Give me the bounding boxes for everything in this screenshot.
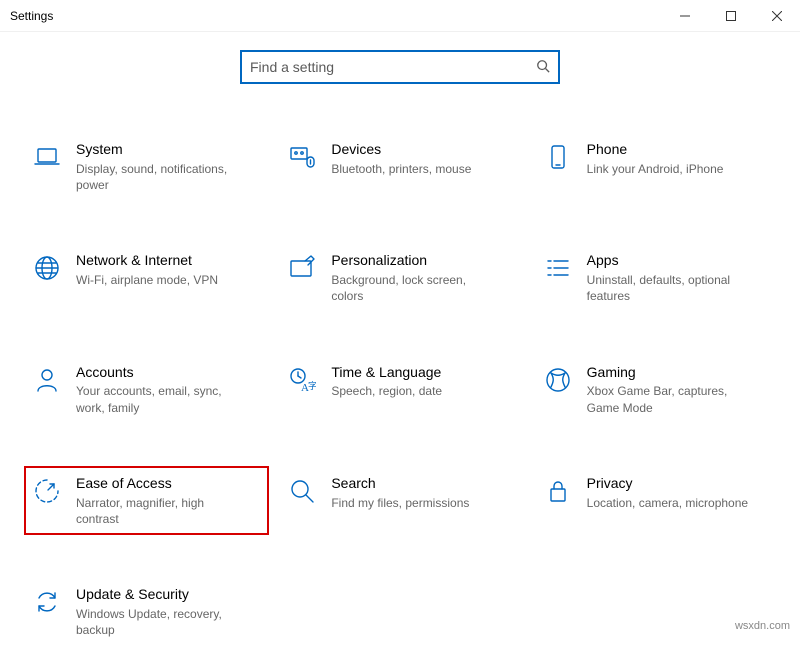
tile-search[interactable]: Search Find my files, permissions	[279, 466, 524, 535]
attribution-text: wsxdn.com	[735, 620, 790, 632]
search-box[interactable]	[240, 50, 560, 84]
tile-apps[interactable]: Apps Uninstall, defaults, optional featu…	[535, 243, 780, 312]
tile-title: Time & Language	[331, 363, 514, 382]
search-icon	[536, 59, 550, 76]
tile-update-security[interactable]: Update & Security Windows Update, recove…	[24, 577, 269, 646]
tile-desc: Display, sound, notifications, power	[76, 161, 246, 193]
tile-title: Apps	[587, 251, 770, 270]
settings-grid: System Display, sound, notifications, po…	[0, 132, 800, 646]
search-input[interactable]	[250, 59, 536, 75]
tile-title: Network & Internet	[76, 251, 259, 270]
tile-title: Ease of Access	[76, 474, 259, 493]
tile-desc: Xbox Game Bar, captures, Game Mode	[587, 383, 757, 415]
tile-desc: Speech, region, date	[331, 383, 501, 399]
tile-title: Personalization	[331, 251, 514, 270]
tile-gaming[interactable]: Gaming Xbox Game Bar, captures, Game Mod…	[535, 355, 780, 424]
close-button[interactable]	[754, 0, 800, 31]
tile-title: Search	[331, 474, 514, 493]
tile-desc: Background, lock screen, colors	[331, 272, 501, 304]
time-language-icon: A字	[287, 365, 317, 395]
search-container	[0, 50, 800, 84]
tile-title: Accounts	[76, 363, 259, 382]
tile-desc: Link your Android, iPhone	[587, 161, 757, 177]
window-title: Settings	[10, 9, 53, 23]
tile-network[interactable]: Network & Internet Wi-Fi, airplane mode,…	[24, 243, 269, 312]
ease-of-access-icon	[32, 476, 62, 506]
tile-phone[interactable]: Phone Link your Android, iPhone	[535, 132, 780, 201]
tile-desc: Windows Update, recovery, backup	[76, 606, 246, 638]
phone-icon	[543, 142, 573, 172]
tile-desc: Wi-Fi, airplane mode, VPN	[76, 272, 246, 288]
tile-time-language[interactable]: A字 Time & Language Speech, region, date	[279, 355, 524, 424]
tile-desc: Bluetooth, printers, mouse	[331, 161, 501, 177]
window-controls	[662, 0, 800, 31]
tile-desc: Your accounts, email, sync, work, family	[76, 383, 246, 415]
magnifier-icon	[287, 476, 317, 506]
maximize-button[interactable]	[708, 0, 754, 31]
titlebar: Settings	[0, 0, 800, 32]
tile-desc: Location, camera, microphone	[587, 495, 757, 511]
tile-title: Phone	[587, 140, 770, 159]
devices-icon	[287, 142, 317, 172]
tile-devices[interactable]: Devices Bluetooth, printers, mouse	[279, 132, 524, 201]
tile-title: Devices	[331, 140, 514, 159]
svg-text:字: 字	[308, 380, 316, 391]
paint-icon	[287, 253, 317, 283]
apps-list-icon	[543, 253, 573, 283]
tile-system[interactable]: System Display, sound, notifications, po…	[24, 132, 269, 201]
lock-icon	[543, 476, 573, 506]
globe-icon	[32, 253, 62, 283]
tile-title: Privacy	[587, 474, 770, 493]
tile-privacy[interactable]: Privacy Location, camera, microphone	[535, 466, 780, 535]
laptop-icon	[32, 142, 62, 172]
tile-title: Gaming	[587, 363, 770, 382]
tile-desc: Narrator, magnifier, high contrast	[76, 495, 246, 527]
tile-title: System	[76, 140, 259, 159]
sync-icon	[32, 587, 62, 617]
minimize-button[interactable]	[662, 0, 708, 31]
person-icon	[32, 365, 62, 395]
tile-desc: Uninstall, defaults, optional features	[587, 272, 757, 304]
tile-accounts[interactable]: Accounts Your accounts, email, sync, wor…	[24, 355, 269, 424]
tile-ease-of-access[interactable]: Ease of Access Narrator, magnifier, high…	[24, 466, 269, 535]
tile-title: Update & Security	[76, 585, 259, 604]
tile-personalization[interactable]: Personalization Background, lock screen,…	[279, 243, 524, 312]
xbox-icon	[543, 365, 573, 395]
tile-desc: Find my files, permissions	[331, 495, 501, 511]
